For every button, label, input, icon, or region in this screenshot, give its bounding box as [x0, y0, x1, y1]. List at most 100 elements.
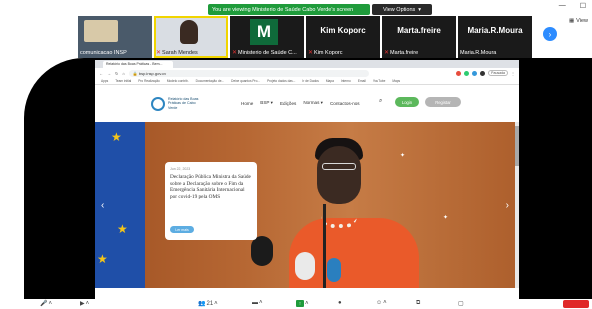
forward-icon[interactable]: → — [107, 71, 111, 76]
chat-button[interactable]: ▬ ˄ — [252, 300, 263, 306]
bookmark-item[interactable]: Maps — [392, 79, 400, 83]
tab-title: Relatório das Boas Práticas - Bem... — [106, 62, 163, 66]
reactions-button[interactable]: ☺ ˄ — [376, 300, 387, 306]
whiteboard-icon: ▢ — [458, 301, 464, 307]
bookmark-item[interactable]: Modelo contrib. — [167, 79, 189, 83]
participant-tile-active[interactable]: ✕ Sarah Mendes — [154, 16, 228, 58]
participants-count: 21 — [206, 300, 214, 307]
register-button[interactable]: Registar — [425, 97, 461, 107]
view-options-button[interactable]: View Options ▾ — [372, 4, 432, 15]
address-bar[interactable]: 🔒 bsp.insp.gov.cv — [128, 69, 369, 77]
mic-muted-icon: ✕ — [232, 50, 238, 56]
nav-item-normas[interactable]: Normas ▾ — [303, 100, 323, 106]
participants-button[interactable]: 👥 21 ˄ — [198, 300, 218, 308]
video-feed — [180, 20, 198, 44]
site-header: Relatório das Boas Práticas de Cabo Verd… — [95, 85, 519, 122]
bookmark-item[interactable]: Apps — [101, 79, 108, 83]
sparkle-icon: ✦ — [400, 153, 406, 159]
bookmark-item[interactable]: Pro Realização — [138, 79, 160, 83]
search-icon[interactable]: ⌕ — [379, 98, 382, 105]
window-controls: — ☐ — [559, 2, 586, 10]
participant-tile[interactable]: Maria.R.Moura Maria.R.Moura — [458, 16, 532, 58]
participant-tile[interactable]: comunicacao INSP — [78, 16, 152, 58]
news-card: Jun 22, 2023 Declaração Pública Ministra… — [165, 162, 257, 240]
participant-name-text: Ministerio de Saúde C... — [238, 49, 297, 56]
bookmark-item[interactable]: Projeto dados das... — [267, 79, 295, 83]
next-page-button[interactable]: › — [543, 27, 557, 41]
participant-name-text: Marta.freire — [390, 49, 419, 56]
bookmark-item[interactable]: Deixe quantos Pro... — [231, 79, 260, 83]
news-title[interactable]: Declaração Pública Ministra da Saúde sob… — [170, 174, 252, 200]
extension-icon[interactable] — [456, 70, 462, 76]
share-screen-icon: ↑ — [296, 300, 304, 307]
camera-icon: ▶ — [80, 301, 85, 307]
profile-label[interactable]: Pausada — [488, 70, 508, 76]
extension-icon[interactable] — [472, 70, 478, 76]
register-label: Registar — [435, 99, 451, 105]
minimize-button[interactable]: — — [559, 2, 566, 10]
chevron-up-icon: ˄ — [259, 300, 263, 306]
microphone-image — [323, 204, 326, 288]
login-button[interactable]: Login — [395, 97, 419, 107]
browser-toolbar: ← → ↻ ⌂ 🔒 bsp.insp.gov.cv Pausada ⋮ — [95, 68, 519, 78]
participant-name: comunicacao INSP — [80, 50, 127, 56]
browser-tab-bar: Relatório das Boas Práticas - Bem... — [95, 60, 519, 68]
speaker-photo — [322, 163, 356, 170]
back-icon[interactable]: ← — [99, 71, 103, 76]
bookmarks-bar: Apps Team initial Pro Realização Modelo … — [95, 78, 519, 85]
nav-item-contactos[interactable]: Contactos-nos — [330, 101, 360, 106]
site-logo-text[interactable]: Relatório das Boas Práticas de Cabo Verd… — [168, 97, 202, 110]
read-more-button[interactable]: Ler mais — [170, 226, 194, 233]
reactions-icon: ☺ — [376, 300, 383, 306]
video-button[interactable]: ▶ ˄ — [80, 300, 89, 308]
microphone-image — [327, 258, 341, 282]
chevron-up-icon: ˄ — [383, 300, 387, 306]
zoom-bottom-toolbar: 🎤 ˄ ▶ ˄ 👥 21 ˄ ▬ ˄ ↑ ˄ ● ☺ ˄ ⧉ ▢ — [0, 299, 592, 309]
end-meeting-button[interactable] — [563, 300, 589, 308]
bookmark-item[interactable]: Ir de Dados — [302, 79, 318, 83]
participant-name: ✕ Marta.freire — [384, 49, 419, 57]
reload-icon[interactable]: ↻ — [115, 71, 118, 76]
read-more-label: Ler mais — [175, 227, 189, 232]
participant-name: ✕ Ministerio de Saúde C... — [232, 49, 297, 57]
participant-display-name: Maria.R.Moura — [467, 26, 523, 35]
participant-name: ✕ Kim Koporc — [308, 49, 342, 57]
mic-muted-icon: ✕ — [384, 50, 390, 56]
bookmark-item[interactable]: Mapa — [326, 79, 334, 83]
page-scrollbar[interactable] — [515, 122, 519, 288]
bookmark-item[interactable]: Documentação de... — [196, 79, 225, 83]
menu-icon[interactable]: ⋮ — [511, 71, 515, 76]
extension-icon[interactable] — [464, 70, 470, 76]
mute-button[interactable]: 🎤 ˄ — [40, 300, 52, 308]
star-icon: ★ — [111, 130, 122, 144]
browser-tab[interactable]: Relatório das Boas Práticas - Bem... — [103, 61, 173, 68]
chevron-up-icon: ˄ — [48, 300, 52, 307]
bookmark-item[interactable]: YouTube — [373, 79, 386, 83]
bookmark-item[interactable]: Team initial — [115, 79, 131, 83]
scrollbar-thumb[interactable] — [515, 126, 519, 166]
share-screen-button[interactable]: ↑ ˄ — [296, 300, 309, 307]
bookmark-item[interactable]: Interno — [341, 79, 351, 83]
extension-icons: Pausada ⋮ — [456, 70, 515, 76]
carousel-prev-icon[interactable]: ‹ — [101, 200, 104, 211]
nav-item-bsp[interactable]: BSP ▾ — [260, 100, 273, 106]
site-logo-icon[interactable] — [151, 96, 165, 111]
view-button[interactable]: ▦ View — [569, 18, 588, 24]
apps-button[interactable]: ⧉ — [416, 300, 420, 307]
nav-item-home[interactable]: Home — [241, 101, 253, 106]
apps-icon: ⧉ — [416, 300, 421, 306]
whiteboard-button[interactable]: ▢ — [458, 300, 464, 307]
participant-tile[interactable]: Marta.freire ✕ Marta.freire — [382, 16, 456, 58]
microphone-image — [251, 236, 273, 266]
maximize-button[interactable]: ☐ — [580, 2, 586, 10]
record-button[interactable]: ● — [338, 300, 342, 306]
carousel-next-icon[interactable]: › — [506, 200, 509, 211]
participant-tile[interactable]: M ✕ Ministerio de Saúde C... — [230, 16, 304, 58]
sparkle-icon: ✦ — [443, 215, 449, 221]
participant-tile[interactable]: Kim Koporc ✕ Kim Koporc — [306, 16, 380, 58]
nav-item-edicoes[interactable]: Edições — [280, 101, 296, 106]
extension-icon[interactable] — [480, 70, 486, 76]
zoom-window: You are viewing Ministerio de Saúde Cabo… — [0, 0, 592, 309]
bookmark-item[interactable]: Email — [358, 79, 366, 83]
home-icon[interactable]: ⌂ — [122, 71, 124, 76]
